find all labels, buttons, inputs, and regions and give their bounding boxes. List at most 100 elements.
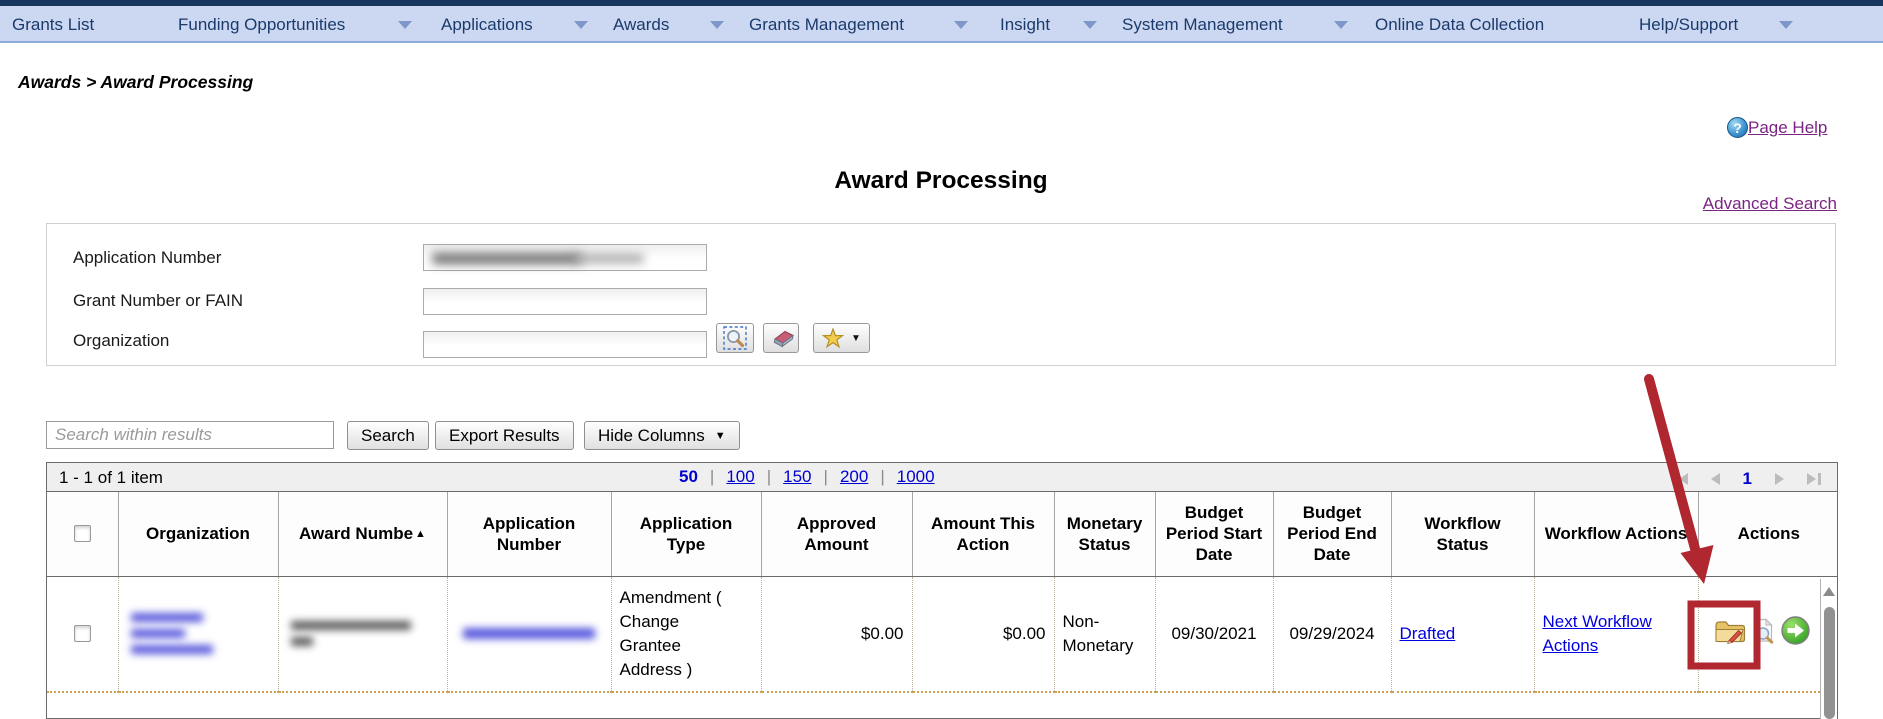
star-icon	[822, 328, 844, 349]
row-select-cell	[47, 576, 118, 692]
actions-cell	[1698, 576, 1838, 692]
approved-amount-cell: $0.00	[761, 576, 912, 692]
budget-period-end-date-cell: 09/29/2024	[1273, 576, 1391, 692]
nav-applications[interactable]: Applications	[441, 15, 533, 35]
organization-clear-button[interactable]	[763, 323, 799, 353]
separator: |	[880, 467, 884, 487]
row-checkbox[interactable]	[74, 625, 91, 642]
nav-grants-list[interactable]: Grants List	[12, 15, 94, 35]
redacted-value	[574, 254, 644, 263]
export-results-button[interactable]: Export Results	[435, 421, 574, 450]
grant-number-fain-input[interactable]	[423, 288, 707, 315]
organization-cell	[118, 576, 278, 692]
column-header-application-number[interactable]: Application Number	[447, 492, 611, 576]
nav-help-support[interactable]: Help/Support	[1639, 15, 1738, 35]
column-header-workflow-actions[interactable]: Workflow Actions	[1534, 492, 1698, 576]
header-row: Organization Award Numbe▲ Application Nu…	[47, 492, 1838, 576]
award-number-cell	[278, 576, 447, 692]
application-type-cell: Amendment ( Change Grantee Address )	[611, 576, 761, 692]
scrollbar-thumb[interactable]	[1824, 607, 1835, 719]
column-header-budget-period-end-date[interactable]: Budget Period End Date	[1273, 492, 1391, 576]
advanced-search-link[interactable]: Advanced Search	[1703, 194, 1837, 214]
workflow-status-link[interactable]: Drafted	[1400, 624, 1456, 643]
page-size-100-link[interactable]: 100	[726, 467, 754, 487]
column-header-organization[interactable]: Organization	[118, 492, 278, 576]
page-size-1000-link[interactable]: 1000	[897, 467, 935, 487]
application-number-label: Application Number	[73, 248, 221, 268]
page-title: Award Processing	[46, 167, 1836, 195]
redacted-value	[432, 253, 582, 264]
column-header-actions: Actions	[1698, 492, 1838, 576]
nav-awards[interactable]: Awards	[613, 15, 669, 35]
chevron-down-icon[interactable]	[398, 21, 412, 29]
chevron-down-icon[interactable]	[1334, 21, 1348, 29]
workflow-actions-cell: Next Workflow Actions	[1534, 576, 1698, 692]
search-within-results-input[interactable]	[46, 421, 334, 449]
column-header-application-type[interactable]: Application Type	[611, 492, 761, 576]
next-workflow-actions-link[interactable]: Next Workflow Actions	[1543, 612, 1652, 655]
last-page-icon[interactable]	[1807, 473, 1821, 485]
application-number-link-redacted[interactable]	[463, 628, 595, 639]
separator: |	[767, 467, 771, 487]
organization-lookup-button[interactable]	[716, 323, 754, 353]
chevron-down-icon[interactable]	[710, 21, 724, 29]
go-submit-icon[interactable]	[1780, 615, 1811, 653]
page-size-200-link[interactable]: 200	[840, 467, 868, 487]
nav-insight[interactable]: Insight	[1000, 15, 1050, 35]
hide-columns-button[interactable]: Hide Columns ▼	[584, 421, 740, 450]
next-page-icon[interactable]	[1775, 473, 1784, 485]
award-number-header-label: Award Numbe	[299, 524, 413, 543]
help-globe-icon: ?	[1727, 117, 1748, 138]
organization-label: Organization	[73, 331, 169, 351]
application-number-cell	[447, 576, 611, 692]
separator: |	[824, 467, 828, 487]
nav-grants-management[interactable]: Grants Management	[749, 15, 904, 35]
separator: |	[710, 467, 714, 487]
nav-online-data-collection[interactable]: Online Data Collection	[1375, 15, 1544, 35]
column-header-award-number[interactable]: Award Numbe▲	[278, 492, 447, 576]
grant-number-fain-label: Grant Number or FAIN	[73, 291, 243, 311]
application-number-input[interactable]	[423, 244, 707, 271]
page-help[interactable]: ? Page Help	[1727, 117, 1827, 138]
organization-input[interactable]	[423, 331, 707, 358]
page-size-150-link[interactable]: 150	[783, 467, 811, 487]
nav-funding-opportunities[interactable]: Funding Opportunities	[178, 15, 345, 35]
previous-page-icon[interactable]	[1711, 473, 1720, 485]
organization-link-redacted[interactable]	[131, 613, 270, 654]
search-button[interactable]: Search	[347, 421, 429, 450]
application-type-value: Amendment ( Change Grantee Address )	[620, 586, 730, 682]
open-award-folder-edit-icon[interactable]	[1713, 616, 1747, 651]
first-page-icon[interactable]	[1674, 473, 1688, 485]
chevron-down-icon: ▼	[715, 430, 726, 442]
scroll-up-icon[interactable]	[1823, 587, 1835, 596]
column-header-workflow-status[interactable]: Workflow Status	[1391, 492, 1534, 576]
award-number-redacted	[291, 621, 439, 646]
chevron-down-icon[interactable]	[954, 21, 968, 29]
select-all-checkbox[interactable]	[74, 525, 91, 542]
column-header-amount-this-action[interactable]: Amount This Action	[912, 492, 1054, 576]
preview-award-icon[interactable]	[1750, 617, 1776, 650]
page-size-50-active[interactable]: 50	[679, 467, 698, 487]
magnifier-icon	[722, 325, 748, 351]
results-table: Organization Award Numbe▲ Application Nu…	[47, 492, 1838, 719]
results-table-container: 1 - 1 of 1 item 50 | 100 | 150 | 200 | 1…	[46, 462, 1838, 719]
current-page-number: 1	[1743, 469, 1752, 489]
page-help-link[interactable]: Page Help	[1748, 118, 1827, 138]
page-size-selector: 50 | 100 | 150 | 200 | 1000	[679, 467, 935, 487]
amount-this-action-cell: $0.00	[912, 576, 1054, 692]
nav-system-management[interactable]: System Management	[1122, 15, 1283, 35]
organization-favorites-button[interactable]: ▼	[813, 323, 870, 353]
chevron-down-icon[interactable]	[1779, 21, 1793, 29]
chevron-down-icon[interactable]	[574, 21, 588, 29]
monetary-status-cell: Non-Monetary	[1054, 576, 1155, 692]
column-header-monetary-status[interactable]: Monetary Status	[1054, 492, 1155, 576]
search-criteria-panel: Application Number Grant Number or FAIN …	[46, 223, 1836, 366]
column-header-budget-period-start-date[interactable]: Budget Period Start Date	[1155, 492, 1273, 576]
chevron-down-icon[interactable]	[1083, 21, 1097, 29]
column-header-approved-amount[interactable]: Approved Amount	[761, 492, 912, 576]
select-all-header	[47, 492, 118, 576]
table-scrollbar[interactable]	[1820, 579, 1837, 719]
results-info-bar: 1 - 1 of 1 item 50 | 100 | 150 | 200 | 1…	[47, 463, 1837, 492]
sort-ascending-icon: ▲	[415, 528, 426, 540]
result-count: 1 - 1 of 1 item	[59, 468, 163, 488]
